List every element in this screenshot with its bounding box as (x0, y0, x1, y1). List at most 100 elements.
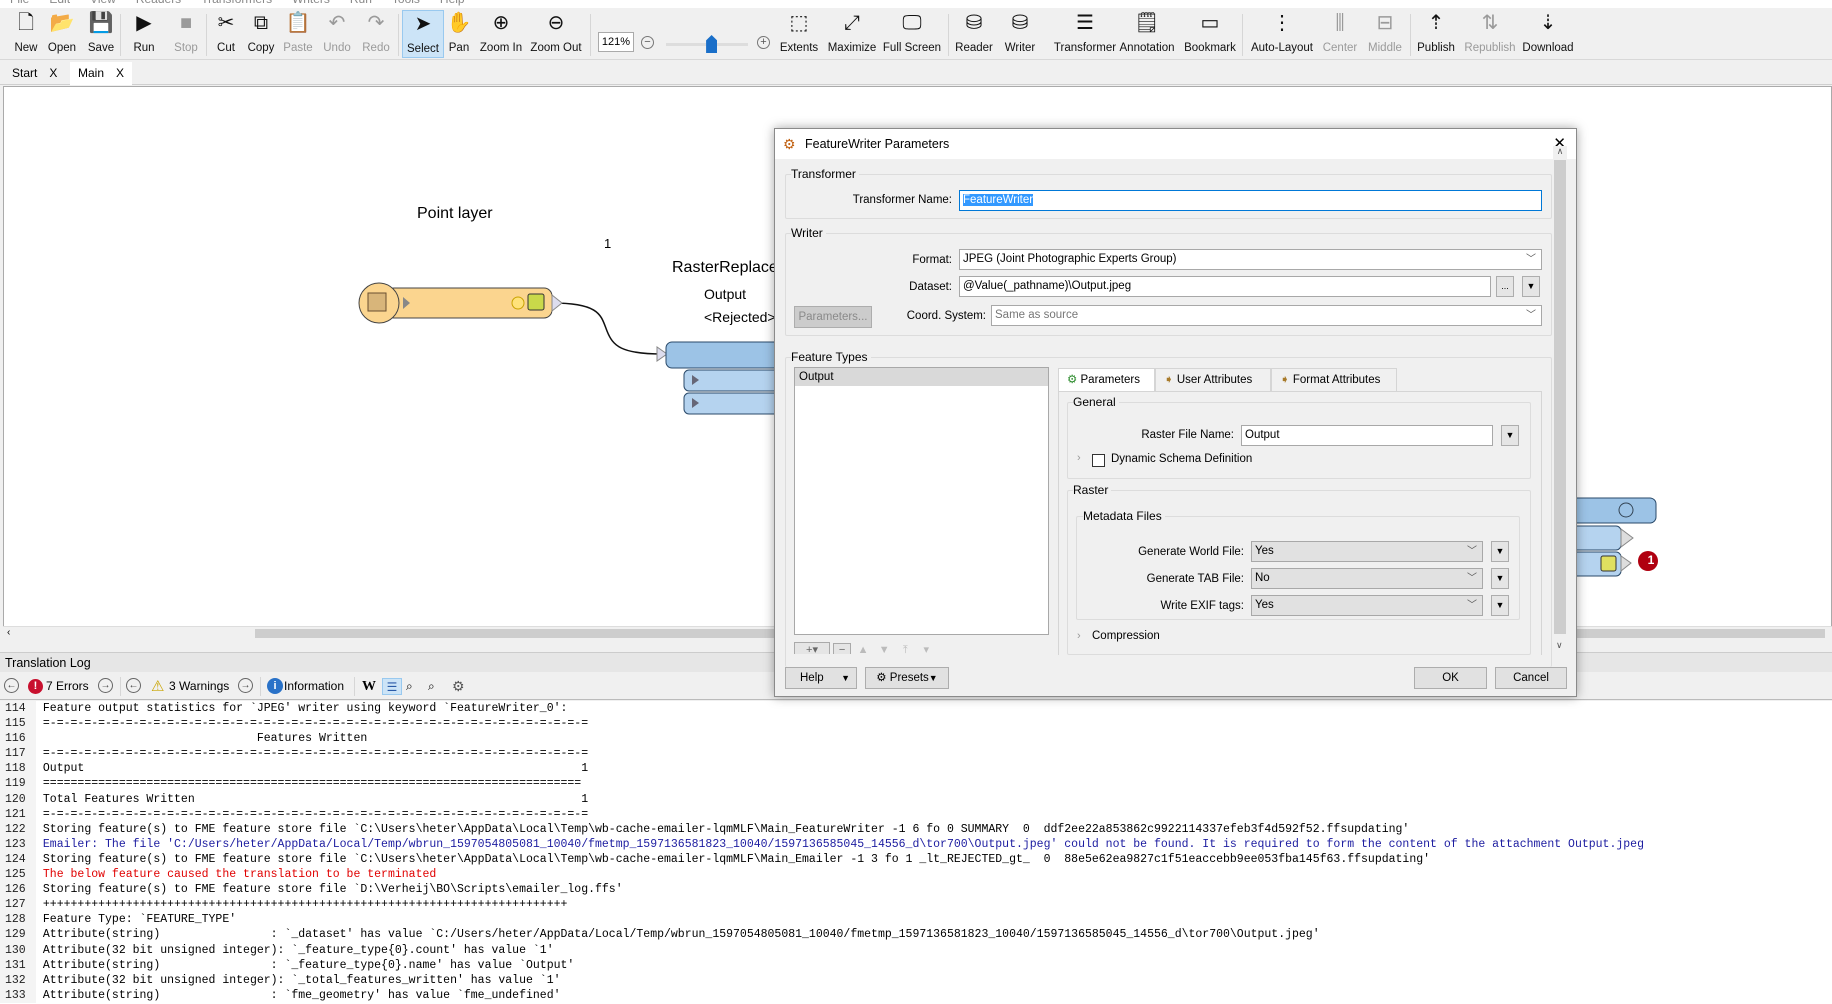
zoom-plus-icon[interactable]: + (757, 36, 770, 49)
menu-item[interactable]: Transformers (201, 0, 272, 6)
zoom-slider-thumb[interactable] (706, 35, 718, 53)
tab-format-attributes[interactable]: ➧ Format Attributes (1271, 368, 1397, 391)
move-down-icon[interactable]: ▼ (875, 644, 893, 654)
world-file-menu-button[interactable]: ▼ (1491, 541, 1509, 562)
find-icon[interactable]: ⌕ (406, 678, 413, 695)
scroll-down-icon[interactable]: ∨ (1556, 640, 1563, 651)
stop-button[interactable]: ■ Stop (170, 10, 202, 58)
coord-system-select[interactable]: Same as source ﹀ (991, 305, 1542, 326)
next-warning-icon[interactable]: → (238, 678, 253, 693)
tab-file-menu-button[interactable]: ▼ (1491, 568, 1509, 589)
undo-button[interactable]: ↶ Undo (320, 10, 354, 58)
menu-item[interactable]: Edit (49, 0, 70, 6)
dialog-vertical-scrollbar[interactable]: ∧ ∨ (1553, 146, 1567, 654)
exif-menu-button[interactable]: ▼ (1491, 595, 1509, 616)
remove-feature-type-icon[interactable]: − (833, 643, 852, 654)
close-tab-icon[interactable]: X (116, 66, 124, 80)
menu-item[interactable]: Readers (136, 0, 181, 6)
settings-gear-icon[interactable]: ⚙ (452, 678, 465, 695)
world-file-select[interactable]: Yes ﹀ (1251, 541, 1483, 562)
information-filter[interactable]: Information (284, 678, 344, 695)
scrollbar-thumb[interactable] (1554, 160, 1566, 634)
open-button[interactable]: 📂 Open (44, 10, 80, 58)
add-feature-type-icon[interactable]: +▾ (794, 642, 830, 654)
dynamic-schema-checkbox[interactable] (1092, 454, 1105, 467)
tab-file-select[interactable]: No ﹀ (1251, 568, 1483, 589)
exif-select[interactable]: Yes ﹀ (1251, 595, 1483, 616)
cut-button[interactable]: ✂ Cut (212, 10, 240, 58)
reader-button[interactable]: ⛁ Reader (954, 10, 994, 58)
transformer-node-label[interactable]: RasterReplacer (672, 259, 783, 277)
expand-icon[interactable]: › (1077, 630, 1081, 642)
feature-types-list[interactable]: Output (794, 367, 1049, 635)
download-button[interactable]: ⇣ Download (1520, 10, 1576, 58)
move-top-icon[interactable]: ⤒ (896, 644, 914, 654)
port-label-output[interactable]: Output (704, 286, 746, 302)
dataset-input[interactable]: @Value(_pathname)\Output.jpeg (959, 276, 1491, 297)
ok-button[interactable]: OK (1414, 667, 1487, 689)
format-select[interactable]: JPEG (Joint Photographic Experts Group) ﹀ (959, 249, 1542, 270)
publish-button[interactable]: ⇡ Publish (1414, 10, 1458, 58)
zoom-level-field[interactable]: 121% (598, 32, 634, 52)
maximize-button[interactable]: ⤢ Maximize (826, 10, 878, 58)
close-tab-icon[interactable]: X (49, 66, 57, 80)
auto-layout-button[interactable]: ⋮ Auto-Layout (1248, 10, 1316, 58)
extents-button[interactable]: ⬚ Extents (776, 10, 822, 58)
redo-button[interactable]: ↷ Redo (358, 10, 394, 58)
full-screen-button[interactable]: 🖵 Full Screen (882, 10, 942, 58)
tab-user-attributes[interactable]: ➧ User Attributes (1155, 368, 1271, 391)
find-next-icon[interactable]: ⌕ (428, 678, 435, 695)
scroll-left-icon[interactable]: ‹ (7, 627, 10, 638)
menu-item[interactable]: Run (350, 0, 372, 6)
menu-item[interactable]: View (90, 0, 116, 6)
zoom-minus-icon[interactable]: − (641, 36, 654, 49)
transformer-button[interactable]: ☰ Transformer (1046, 10, 1124, 58)
menu-item[interactable]: Tools (392, 0, 420, 6)
center-button[interactable]: ⫼ Center (1320, 10, 1360, 58)
menu-item[interactable]: File (10, 0, 29, 6)
annotation-button[interactable]: 🗒 Annotation (1118, 10, 1176, 58)
save-button[interactable]: 💾 Save (84, 10, 118, 58)
help-button[interactable]: Help ▼ (785, 667, 857, 689)
writer-button[interactable]: ⛁ Writer (1000, 10, 1040, 58)
move-up-icon[interactable]: ▲ (854, 644, 872, 654)
menu-item[interactable]: Writers (292, 0, 330, 6)
word-wrap-icon[interactable]: W (362, 678, 376, 695)
errors-filter[interactable]: 7 Errors (46, 678, 89, 695)
copy-button[interactable]: ⧉ Copy (244, 10, 278, 58)
tab-start[interactable]: Start X (4, 62, 65, 85)
zoom-in-button[interactable]: ⊕ Zoom In (478, 10, 524, 58)
run-button[interactable]: ▶ Run (126, 10, 162, 58)
cancel-button[interactable]: Cancel (1495, 667, 1567, 689)
reader-node-label[interactable]: Point layer (417, 205, 493, 223)
tab-parameters[interactable]: ⚙ Parameters (1058, 368, 1155, 392)
browse-button[interactable]: ... (1496, 276, 1514, 297)
middle-button[interactable]: ⊟ Middle (1364, 10, 1406, 58)
pan-button[interactable]: ✋ Pan (446, 10, 472, 58)
tab-main[interactable]: Main X (70, 62, 133, 85)
raster-file-name-menu-button[interactable]: ▼ (1501, 425, 1519, 446)
dataset-menu-button[interactable]: ▼ (1522, 276, 1540, 297)
scroll-up-icon[interactable]: ∧ (1553, 146, 1567, 157)
line-numbers-icon[interactable]: ☰ (382, 678, 402, 695)
parameters-button[interactable]: Parameters... (794, 306, 872, 328)
menu-item[interactable]: Help (440, 0, 465, 6)
new-button[interactable]: 🗋 New (10, 10, 42, 58)
log-output[interactable]: 114 Feature output statistics for `JPEG'… (0, 701, 1832, 1004)
next-error-icon[interactable]: → (98, 678, 113, 693)
paste-button[interactable]: 📋 Paste (280, 10, 316, 58)
republish-button[interactable]: ⇅ Republish (1462, 10, 1518, 58)
zoom-out-button[interactable]: ⊖ Zoom Out (528, 10, 584, 58)
select-button[interactable]: ➤ Select (402, 10, 444, 58)
warnings-filter[interactable]: 3 Warnings (169, 678, 229, 695)
bookmark-button[interactable]: ▭ Bookmark (1182, 10, 1238, 58)
feature-type-item[interactable]: Output (795, 368, 1048, 386)
transformer-name-input[interactable]: FeatureWriter (959, 190, 1542, 211)
presets-button[interactable]: ⚙ Presets▼ (865, 667, 949, 689)
expand-icon[interactable]: › (1077, 452, 1081, 464)
previous-error-icon[interactable]: ← (4, 678, 19, 693)
compression-section[interactable]: Compression (1092, 630, 1160, 642)
move-bottom-icon[interactable]: ▾ (917, 643, 935, 654)
previous-warning-icon[interactable]: ← (126, 678, 141, 693)
raster-file-name-input[interactable]: Output (1241, 425, 1493, 446)
